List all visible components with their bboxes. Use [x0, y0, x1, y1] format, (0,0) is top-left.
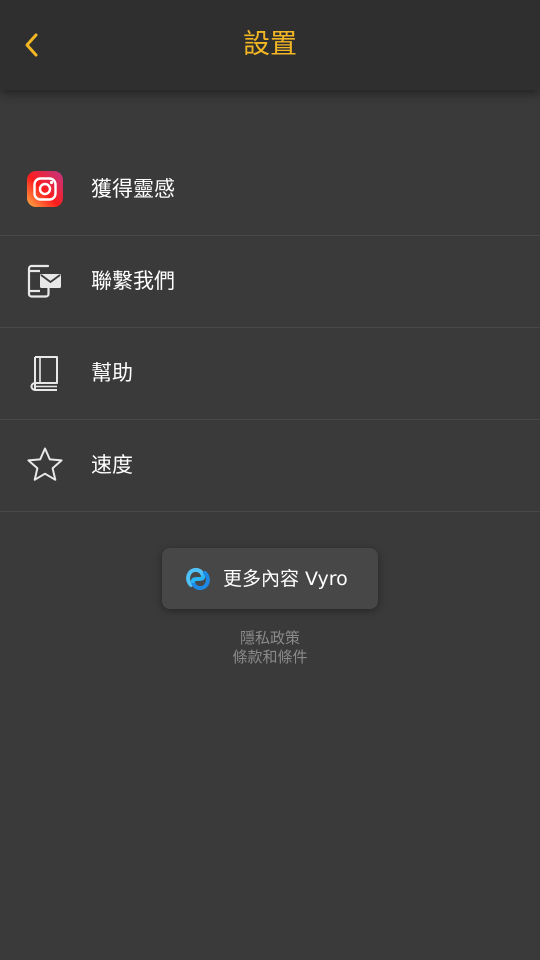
book-icon [26, 354, 64, 392]
vyro-logo-icon [186, 567, 210, 591]
menu-item-contact-us[interactable]: 聯繫我們 [0, 236, 540, 328]
menu-item-label: 速度 [91, 453, 133, 477]
privacy-policy-link[interactable]: 隱私政策 [0, 629, 540, 648]
star-icon [26, 446, 64, 484]
more-from-vyro-button[interactable]: 更多內容 Vyro [162, 548, 378, 609]
menu-item-label: 幫助 [91, 361, 133, 385]
terms-and-conditions-link[interactable]: 條款和條件 [0, 648, 540, 667]
settings-menu: 獲得靈感 聯繫我們 幫助 速度 [0, 144, 540, 512]
page-title: 設置 [243, 29, 297, 60]
more-button-label: 更多內容 Vyro [223, 568, 348, 590]
phone-mail-icon [26, 262, 64, 300]
menu-item-help[interactable]: 幫助 [0, 328, 540, 420]
instagram-icon [26, 170, 64, 208]
app-header: 設置 [0, 0, 540, 90]
menu-item-rate[interactable]: 速度 [0, 420, 540, 512]
menu-item-inspiration[interactable]: 獲得靈感 [0, 144, 540, 236]
menu-item-label: 獲得靈感 [91, 177, 175, 201]
menu-item-label: 聯繫我們 [91, 269, 175, 293]
